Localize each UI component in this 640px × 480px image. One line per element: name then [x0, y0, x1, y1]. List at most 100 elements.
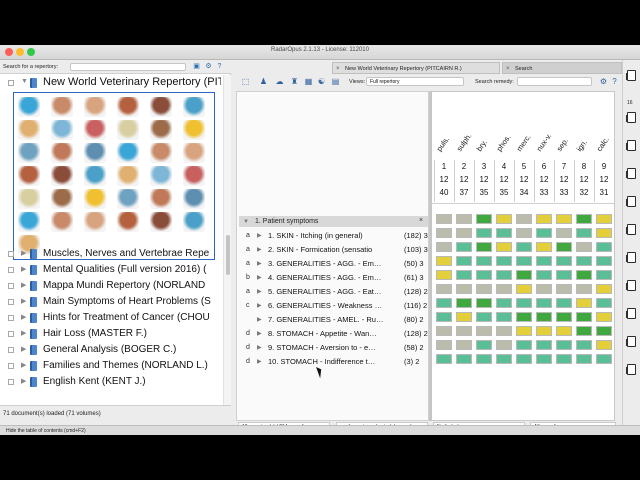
symptom-row[interactable]: a ▶ 5. GENERALITIES - AGG. - Eat… (128) 2	[239, 285, 428, 299]
expand-arrow-icon[interactable]: ▶	[21, 265, 26, 273]
remedy-grade-cell[interactable]	[476, 270, 492, 280]
remedy-grade-cell[interactable]	[536, 228, 552, 238]
body-region-thumbnail[interactable]	[51, 143, 73, 163]
body-region-thumbnail[interactable]	[84, 212, 106, 232]
remedy-grade-cell[interactable]	[436, 354, 452, 364]
remedy-grade-cell[interactable]	[496, 326, 512, 336]
remedy-grade-cell[interactable]	[436, 340, 452, 350]
repertory-item[interactable]: ▶ Main Symptoms of Heart Problems (S	[0, 294, 223, 310]
remedy-grade-cell[interactable]	[456, 214, 472, 224]
close-tab-icon[interactable]: ×	[506, 63, 510, 73]
remedy-grade-cell[interactable]	[536, 298, 552, 308]
remedy-grade-cell[interactable]	[456, 256, 472, 266]
cloud-icon[interactable]: ☁	[274, 76, 285, 87]
notebook-icon[interactable]	[626, 224, 636, 235]
remedy-grade-cell[interactable]	[456, 284, 472, 294]
body-region-thumbnail[interactable]	[84, 120, 106, 140]
expand-arrow-icon[interactable]: ▶	[21, 313, 26, 321]
body-region-thumbnail[interactable]	[183, 189, 205, 209]
remedy-grade-cell[interactable]	[556, 298, 572, 308]
remedy-grade-cell[interactable]	[536, 242, 552, 252]
remedy-grade-cell[interactable]	[456, 228, 472, 238]
remedy-grade-cell[interactable]	[456, 326, 472, 336]
remedy-grade-cell[interactable]	[556, 242, 572, 252]
grid-icon[interactable]: ▦	[303, 76, 314, 87]
notebook-icon[interactable]	[626, 280, 636, 291]
body-region-thumbnail[interactable]	[51, 212, 73, 232]
body-region-thumbnail[interactable]	[183, 212, 205, 232]
remedy-name[interactable]: nux-v.	[535, 132, 554, 153]
remedy-grade-cell[interactable]	[576, 242, 592, 252]
remedy-name[interactable]: calc.	[595, 135, 611, 153]
notebook-icon[interactable]	[626, 196, 636, 207]
remedy-grade-cell[interactable]	[476, 326, 492, 336]
expand-arrow-icon[interactable]: ▶	[257, 344, 262, 351]
repertory-checkbox[interactable]	[8, 283, 14, 289]
remedy-grade-cell[interactable]	[496, 298, 512, 308]
remedy-grade-cell[interactable]	[476, 354, 492, 364]
body-region-thumbnail[interactable]	[150, 143, 172, 163]
symptom-row[interactable]: c ▶ 6. GENERALITIES - Weakness … (116) 2	[239, 299, 428, 313]
remedy-grade-cell[interactable]	[496, 242, 512, 252]
repertory-checkbox[interactable]	[8, 80, 14, 86]
remedy-grade-cell[interactable]	[596, 214, 612, 224]
body-region-thumbnail[interactable]	[84, 143, 106, 163]
remedy-grade-cell[interactable]	[516, 312, 532, 322]
remedy-name[interactable]: ign.	[575, 138, 589, 153]
remedy-grade-cell[interactable]	[456, 242, 472, 252]
remedy-grade-cell[interactable]	[556, 284, 572, 294]
body-region-thumbnail[interactable]	[117, 143, 139, 163]
remedy-grade-cell[interactable]	[576, 284, 592, 294]
body-region-thumbnail[interactable]	[117, 166, 139, 186]
remedy-grade-cell[interactable]	[556, 256, 572, 266]
remedy-grade-cell[interactable]	[476, 284, 492, 294]
close-icon[interactable]: ×	[419, 217, 423, 224]
body-region-thumbnail[interactable]	[117, 189, 139, 209]
expand-arrow-icon[interactable]: ▶	[21, 297, 26, 305]
expand-arrow-icon[interactable]: ▶	[257, 246, 262, 253]
body-region-thumbnail[interactable]	[18, 97, 40, 117]
symptom-row[interactable]: d ▶ 8. STOMACH - Appetite - Wan… (128) 2	[239, 327, 428, 341]
remedy-grade-cell[interactable]	[516, 298, 532, 308]
notebook-icon[interactable]	[626, 112, 636, 123]
settings-gear-icon[interactable]: ⚙	[204, 62, 213, 71]
remedy-grade-cell[interactable]	[576, 340, 592, 350]
remedy-grade-cell[interactable]	[516, 228, 532, 238]
family-icon[interactable]: ♜	[289, 76, 300, 87]
remedy-grade-cell[interactable]	[476, 312, 492, 322]
repertory-item[interactable]: ▶ English Kent (KENT J.)	[0, 374, 223, 390]
body-region-thumbnail[interactable]	[18, 120, 40, 140]
body-region-thumbnail[interactable]	[150, 189, 172, 209]
expand-arrow-icon[interactable]: ▶	[257, 260, 262, 267]
expand-arrow-icon[interactable]: ▶	[257, 316, 262, 323]
expand-arrow-icon[interactable]: ▶	[21, 281, 26, 289]
body-region-thumbnail[interactable]	[18, 143, 40, 163]
symptom-group-header[interactable]: ▼ 1. Patient symptoms ×	[239, 216, 428, 227]
body-region-thumbnail[interactable]	[150, 120, 172, 140]
remedy-grade-cell[interactable]	[516, 270, 532, 280]
remedy-grade-cell[interactable]	[576, 214, 592, 224]
remedy-name[interactable]: sulph.	[455, 131, 474, 153]
expand-arrow-icon[interactable]: ▶	[257, 302, 262, 309]
settings-gear-icon[interactable]: ⚙	[598, 76, 609, 87]
remedy-grade-cell[interactable]	[536, 340, 552, 350]
close-tab-icon[interactable]: ×	[336, 63, 340, 73]
remedy-grade-cell[interactable]	[596, 228, 612, 238]
expand-arrow-icon[interactable]: ▶	[21, 345, 26, 353]
repertory-item[interactable]: ▼ New World Veterinary Repertory (PIT	[0, 75, 223, 91]
body-region-thumbnail[interactable]	[150, 97, 172, 117]
remedy-grade-cell[interactable]	[496, 256, 512, 266]
collapse-arrow-icon[interactable]: ▼	[243, 219, 249, 225]
body-region-thumbnail[interactable]	[51, 166, 73, 186]
body-region-thumbnail[interactable]	[117, 212, 139, 232]
remedy-grade-cell[interactable]	[496, 270, 512, 280]
remedy-grade-cell[interactable]	[516, 284, 532, 294]
remedy-grade-cell[interactable]	[516, 340, 532, 350]
remedy-grade-cell[interactable]	[556, 270, 572, 280]
remedy-grade-cell[interactable]	[436, 270, 452, 280]
body-region-thumbnail[interactable]	[84, 166, 106, 186]
remedy-grade-cell[interactable]	[536, 354, 552, 364]
repertory-item[interactable]: ▶ Families and Themes (NORLAND L.)	[0, 358, 223, 374]
expand-arrow-icon[interactable]: ▶	[21, 249, 26, 257]
expand-arrow-icon[interactable]: ▼	[21, 78, 28, 85]
